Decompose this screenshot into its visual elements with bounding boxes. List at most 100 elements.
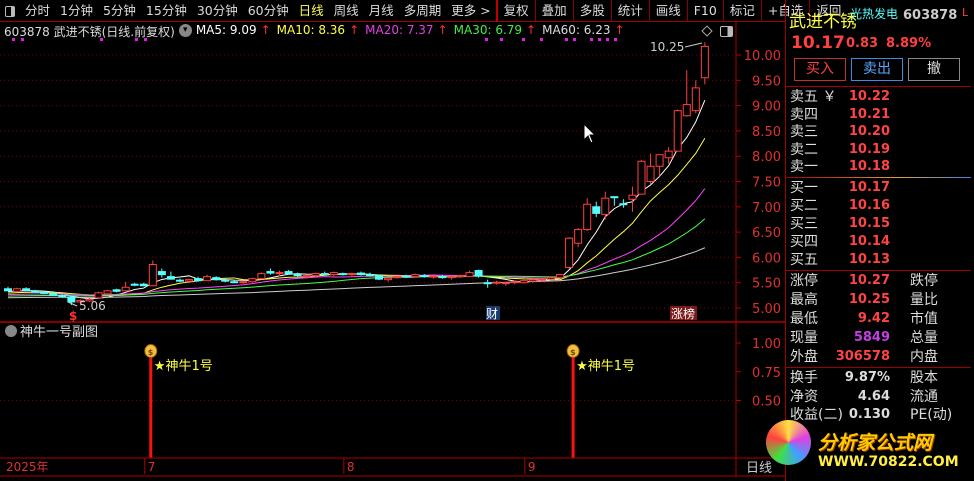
sell-button[interactable]: 卖出 [851, 58, 903, 81]
candle-body [148, 263, 157, 287]
limit-up-mark: 涨榜 [671, 306, 695, 321]
candle-body [4, 288, 12, 292]
finance-row: 换手 9.87% 股本 [790, 369, 970, 387]
candle-body [384, 277, 393, 281]
row-value: 306578 [835, 349, 890, 364]
stat-row: 外盘 306578 内盘 [790, 348, 970, 366]
candle-body [393, 276, 402, 279]
candle-body [257, 273, 266, 280]
buy-button[interactable]: 买入 [794, 58, 846, 81]
candle-body [284, 271, 293, 275]
candle-body [537, 278, 546, 281]
watermark-url: WWW.70822.COM [818, 454, 959, 470]
candle-body [556, 274, 565, 279]
stat-row: 涨停 10.27 跌停 [790, 272, 970, 290]
candle-body [40, 291, 49, 294]
price-tick-label: 5.50 [752, 277, 781, 292]
sub-tick-label: 1.00 [752, 337, 781, 352]
candle-body [320, 273, 329, 276]
row-label: 买三 [790, 216, 818, 232]
candle-body [700, 45, 709, 79]
bid-row: 买一 10.17 [790, 179, 970, 197]
candle-body [31, 290, 40, 293]
candle-body [139, 283, 148, 287]
ma60-line [7, 247, 706, 299]
candle-body [121, 286, 130, 292]
candle-body [58, 294, 67, 298]
candle-body [646, 165, 655, 183]
candle-body [637, 160, 646, 195]
kline-chart[interactable]: 神牛一号副图$★神牛1号$★神牛1号10.009.509.008.508.007… [0, 0, 785, 481]
price-tick-label: 6.50 [752, 226, 781, 241]
sector-tag[interactable]: 光热发电 [850, 5, 898, 22]
candle-body [239, 281, 248, 284]
time-label: 7 [148, 460, 156, 474]
row-label: 涨停 [790, 273, 818, 289]
price-tick-label: 7.50 [752, 176, 781, 191]
up-arrow-icon: ↑ [437, 23, 448, 37]
candle-body [194, 278, 203, 282]
price-tick-label: 8.00 [752, 150, 781, 165]
stat-row: 最低 9.42 市值 [790, 310, 970, 328]
finance-row: 净资 4.64 流通 [790, 388, 970, 406]
row-label: 买五 [790, 252, 818, 268]
ask-row: 卖一 10.18 [790, 158, 970, 176]
candle-body [13, 288, 22, 292]
row-label: 卖四 [790, 106, 818, 123]
candle-body [456, 275, 465, 278]
mouse-cursor-icon [583, 122, 597, 144]
ask-row: 卖四 10.21 [790, 106, 970, 124]
candle-body [22, 288, 31, 291]
row-value: 10.13 [848, 252, 890, 267]
row-label: 买四 [790, 234, 818, 250]
ask-row: 卖二 10.19 [790, 141, 970, 159]
row-value: 10.14 [848, 234, 890, 249]
row-label-right: 股本 [910, 370, 938, 386]
candle-body [628, 194, 637, 200]
panel-toggle-icon[interactable] [720, 26, 733, 37]
candle-body [547, 277, 555, 280]
cancel-button[interactable]: 撤 [908, 58, 960, 81]
row-value: 10.19 [848, 141, 890, 157]
row-label: 最高 [790, 292, 818, 308]
candle-body [130, 283, 139, 286]
row-value: 10.27 [848, 273, 890, 288]
candle-body [203, 276, 212, 282]
candle-body [94, 292, 103, 299]
row-label: 卖一 [790, 159, 818, 175]
price-tick-label: 6.00 [752, 251, 781, 266]
candle-body [682, 104, 691, 117]
price-tick-label: 5.00 [752, 302, 781, 317]
row-label: 卖三 [790, 124, 818, 140]
candle-body [212, 277, 221, 281]
sub-tick-label: 0.75 [752, 366, 781, 381]
up-arrow-icon: ↑ [526, 23, 537, 37]
row-value: 5849 [853, 330, 890, 345]
ma10-line [7, 137, 706, 296]
signal-bar [149, 357, 153, 458]
candle-body [49, 292, 58, 296]
candle-body [402, 275, 411, 278]
candle-body [565, 237, 574, 269]
candle-body [610, 196, 619, 199]
row-label: 现量 [790, 330, 818, 346]
candle-body [230, 281, 239, 284]
up-arrow-icon: ↑ [349, 23, 360, 37]
price-tick-label: 9.50 [752, 74, 781, 89]
candle-body [275, 272, 284, 275]
chart-info-line: 603878 武进不锈(日线.前复权) ▾ MA5: 9.09 ↑ MA10: 8… [4, 23, 631, 40]
row-label: 净资 [790, 388, 818, 405]
row-label-right: 流通 [910, 388, 938, 405]
candle-body [592, 206, 601, 214]
chevron-down-icon [5, 325, 17, 337]
watermark-title: 分析家公式网 [818, 432, 933, 454]
chevron-down-icon[interactable]: ▾ [178, 24, 192, 37]
row-label: 换手 [790, 370, 818, 386]
candle-body [157, 271, 166, 276]
candle-body [266, 271, 275, 274]
row-label: 买二 [790, 198, 818, 214]
stock-code: 603878 [903, 8, 958, 23]
row-label: 买一 [790, 180, 818, 196]
high-pointer [684, 42, 703, 48]
price-tick-label: 10.00 [744, 49, 781, 64]
